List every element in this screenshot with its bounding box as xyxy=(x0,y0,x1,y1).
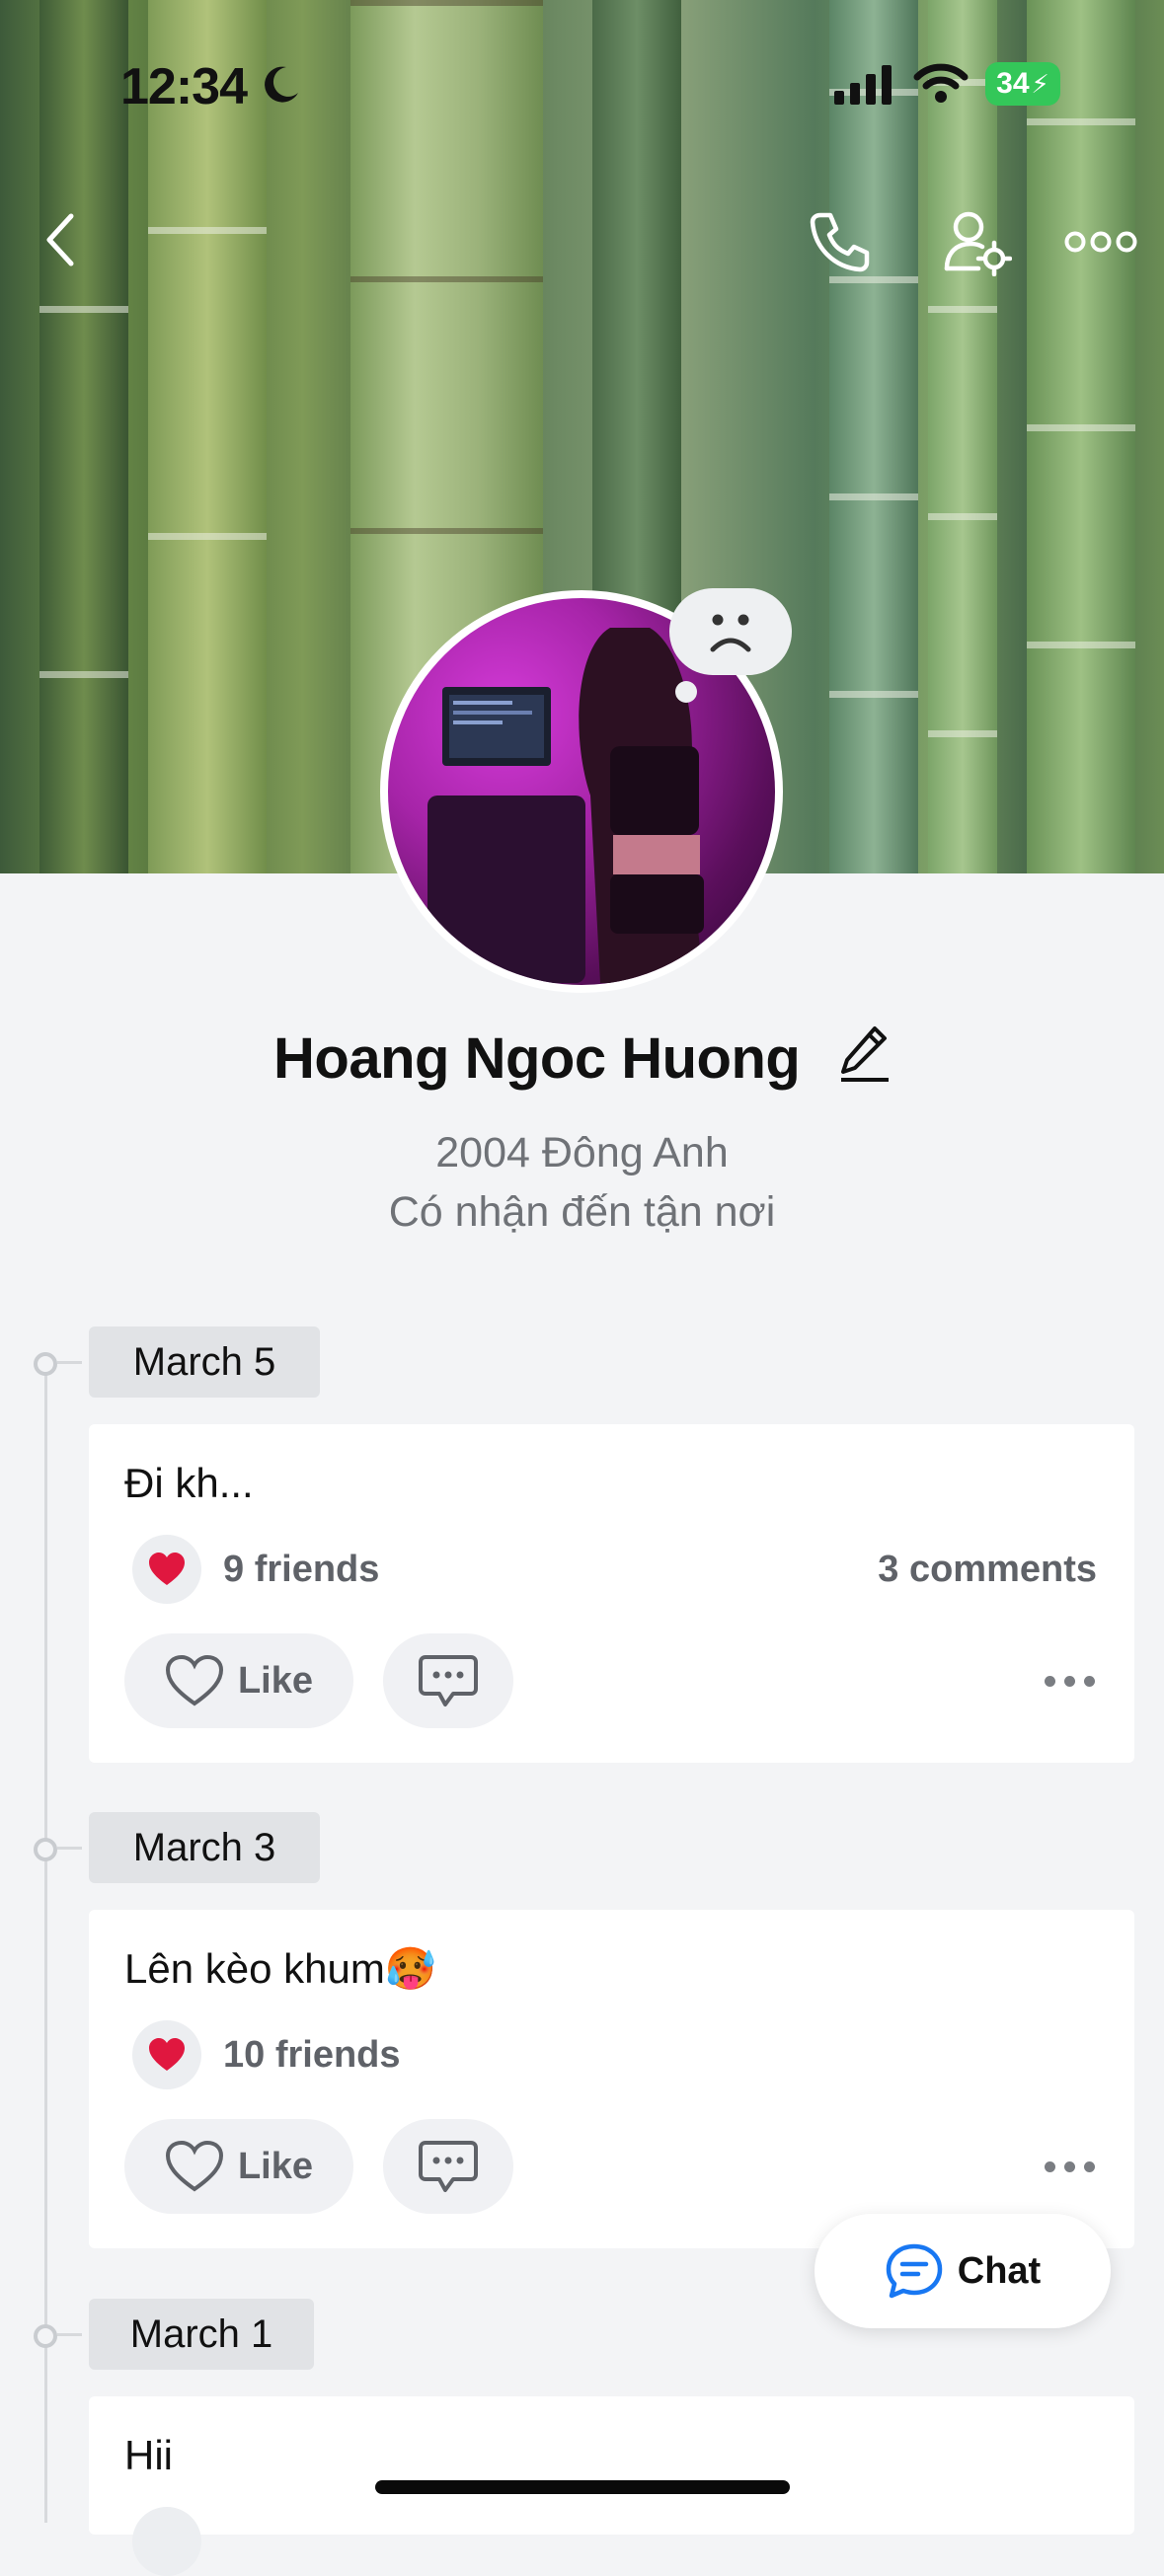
user-settings-icon xyxy=(944,211,1012,276)
chat-button[interactable]: Chat xyxy=(815,2214,1111,2328)
reaction-count[interactable]: 9 friends xyxy=(223,1549,379,1591)
timeline-connector xyxy=(57,1361,82,1364)
phone-icon xyxy=(810,212,870,272)
comment-icon xyxy=(419,1655,478,1706)
timeline-dot xyxy=(34,2324,57,2348)
more-button[interactable] xyxy=(1061,212,1140,271)
like-label: Like xyxy=(237,1659,314,1702)
status-time: 12:34 xyxy=(120,58,248,115)
post-more-button[interactable] xyxy=(1045,2161,1095,2172)
chat-label: Chat xyxy=(957,2249,1042,2292)
post-date: March 1 xyxy=(89,2299,314,2370)
timeline-dot xyxy=(34,1838,57,1861)
post-text: Hii xyxy=(124,2432,173,2478)
timeline-line xyxy=(44,1362,47,2523)
timeline-connector xyxy=(57,2333,82,2336)
timeline-dot xyxy=(34,1352,57,1376)
heart-outline-icon xyxy=(165,2140,223,2192)
more-icon xyxy=(1064,231,1137,253)
comment-count[interactable]: 3 comments xyxy=(878,1549,1097,1591)
battery-indicator: 34 ⚡ xyxy=(985,62,1060,106)
post-date: March 5 xyxy=(89,1326,320,1398)
heart-outline-icon xyxy=(165,1654,223,1706)
wifi-icon xyxy=(913,61,969,110)
status-bubble[interactable] xyxy=(669,588,792,675)
bio-line-1: 2004 Đông Anh xyxy=(435,1129,729,1176)
comment-icon xyxy=(419,2141,478,2192)
status-bubble-tail xyxy=(675,681,697,703)
post-more-button[interactable] xyxy=(1045,1676,1095,1687)
reaction-heart-badge xyxy=(132,2507,201,2576)
like-button[interactable]: Like xyxy=(124,2119,353,2214)
post-card[interactable]: Đi kh... 9 friends 3 comments Like xyxy=(89,1424,1134,1763)
home-indicator[interactable] xyxy=(375,2480,790,2494)
heart-icon xyxy=(149,2038,185,2071)
profile-name: Hoang Ngoc Huong xyxy=(273,1026,801,1091)
battery-level: 34 xyxy=(996,67,1030,100)
like-button[interactable]: Like xyxy=(124,1633,353,1728)
like-label: Like xyxy=(237,2145,314,2187)
heart-icon xyxy=(149,1553,185,1585)
profile-settings-button[interactable] xyxy=(933,202,1022,281)
charging-bolt-icon: ⚡ xyxy=(1031,68,1049,99)
comment-button[interactable] xyxy=(383,2119,513,2214)
reaction-heart-badge xyxy=(132,1535,201,1604)
post-card[interactable]: Lên kèo khum🥵 10 friends Like xyxy=(89,1910,1134,2248)
post-text: Đi kh... xyxy=(124,1460,254,1506)
edit-name-button[interactable] xyxy=(837,1023,891,1098)
profile-name-row: Hoang Ngoc Huong xyxy=(0,1023,1164,1098)
post-date: March 3 xyxy=(89,1812,320,1883)
bio-line-2: Có nhận đến tận nơi xyxy=(388,1188,776,1236)
post-text: Lên kèo khum🥵 xyxy=(124,1945,437,1992)
moon-icon xyxy=(259,63,302,112)
chat-icon xyxy=(886,2243,943,2299)
edit-icon xyxy=(840,1026,889,1082)
reaction-count[interactable]: 10 friends xyxy=(223,2034,401,2077)
call-button[interactable] xyxy=(800,202,879,281)
comment-button[interactable] xyxy=(383,1633,513,1728)
reaction-heart-badge xyxy=(132,2020,201,2089)
sad-face-icon xyxy=(710,614,751,652)
post-card[interactable]: Hii xyxy=(89,2396,1134,2576)
back-button[interactable] xyxy=(30,207,89,272)
cellular-signal-icon xyxy=(834,65,893,110)
back-icon xyxy=(46,213,74,266)
timeline-connector xyxy=(57,1847,82,1850)
